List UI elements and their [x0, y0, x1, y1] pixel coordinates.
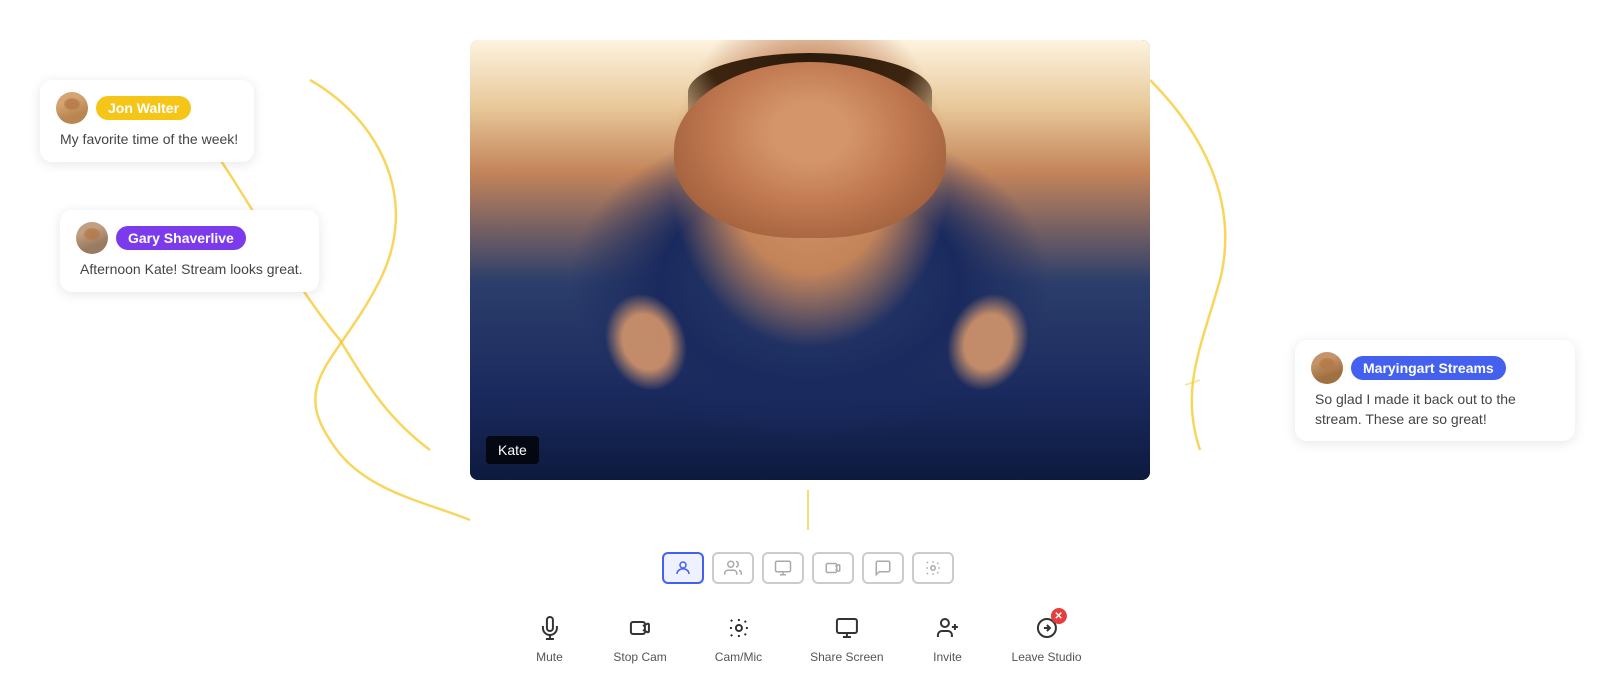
- mute-icon: [533, 612, 565, 644]
- icon-pill-6[interactable]: [912, 552, 954, 584]
- bubble-message-jon: My favorite time of the week!: [56, 130, 238, 150]
- video-container: Kate: [470, 40, 1150, 480]
- bubble-message-gary: Afternoon Kate! Stream looks great.: [76, 260, 303, 280]
- icon-row: [662, 552, 954, 584]
- invite-icon: [932, 612, 964, 644]
- icon-pill-4[interactable]: [812, 552, 854, 584]
- bubble-header-gary: Gary Shaverlive: [76, 222, 303, 254]
- stop-cam-label: Stop Cam: [613, 650, 666, 664]
- video-feed: [470, 40, 1150, 480]
- invite-button[interactable]: Invite: [932, 612, 964, 664]
- person-hair: [688, 53, 933, 132]
- cam-mic-label: Cam/Mic: [715, 650, 762, 664]
- cam-mic-icon: [722, 612, 754, 644]
- main-toolbar: Mute Stop Cam Cam/Mic Share Screen: [533, 612, 1081, 664]
- participant-name-badge: Kate: [486, 436, 539, 464]
- bubble-name-jon: Jon Walter: [96, 96, 191, 120]
- chat-bubble-mary: Maryingart Streams So glad I made it bac…: [1295, 340, 1575, 441]
- icon-pill-3[interactable]: [762, 552, 804, 584]
- mute-label: Mute: [536, 650, 563, 664]
- bubble-header-jon: Jon Walter: [56, 92, 238, 124]
- avatar-gary: [76, 222, 108, 254]
- cam-mic-button[interactable]: Cam/Mic: [715, 612, 762, 664]
- share-screen-icon: [831, 612, 863, 644]
- share-screen-label: Share Screen: [810, 650, 883, 664]
- icon-pill-2[interactable]: [712, 552, 754, 584]
- bubble-header-mary: Maryingart Streams: [1311, 352, 1559, 384]
- bubble-message-mary: So glad I made it back out to the stream…: [1311, 390, 1559, 429]
- invite-label: Invite: [933, 650, 962, 664]
- mute-button[interactable]: Mute: [533, 612, 565, 664]
- chat-bubble-gary: Gary Shaverlive Afternoon Kate! Stream l…: [60, 210, 319, 292]
- share-screen-button[interactable]: Share Screen: [810, 612, 883, 664]
- icon-pill-5[interactable]: [862, 552, 904, 584]
- icon-pill-person[interactable]: [662, 552, 704, 584]
- leave-studio-icon: ✕: [1031, 612, 1063, 644]
- leave-red-indicator: ✕: [1051, 608, 1067, 624]
- bubble-name-mary: Maryingart Streams: [1351, 356, 1506, 380]
- stop-cam-icon: [624, 612, 656, 644]
- avatar-jon: [56, 92, 88, 124]
- stop-cam-button[interactable]: Stop Cam: [613, 612, 666, 664]
- bubble-name-gary: Gary Shaverlive: [116, 226, 246, 250]
- leave-studio-label: Leave Studio: [1012, 650, 1082, 664]
- chat-bubble-jon: Jon Walter My favorite time of the week!: [40, 80, 254, 162]
- avatar-mary: [1311, 352, 1343, 384]
- leave-studio-button[interactable]: ✕ Leave Studio: [1012, 612, 1082, 664]
